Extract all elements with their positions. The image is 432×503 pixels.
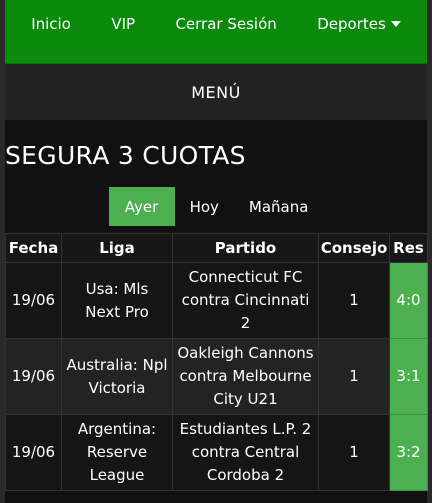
caret-down-icon [390, 20, 401, 27]
cell-match: Estudiantes L.P. 2 contra Central Cordob… [172, 414, 319, 491]
menu-toggle[interactable]: MENÚ [5, 64, 427, 120]
table-row: 19/06 Australia: Npl Victoria Oakleigh C… [5, 338, 428, 415]
cell-league: Australia: Npl Victoria [61, 338, 173, 415]
cell-tip: 1 [318, 414, 390, 491]
day-tabs: Ayer Hoy Mañana [5, 187, 427, 226]
header-consejo: Consejo [318, 233, 390, 263]
cell-tip: 1 [318, 338, 390, 415]
tips-table: Fecha Liga Partido Consejo Res 19/06 Usa… [5, 233, 428, 491]
cell-date: 19/06 [5, 262, 62, 339]
header-fecha: Fecha [5, 233, 62, 263]
tab-ayer[interactable]: Ayer [108, 187, 175, 226]
table-row: 19/06 Usa: Mls Next Pro Connecticut FC c… [5, 262, 428, 339]
tab-manana[interactable]: Mañana [234, 187, 324, 226]
table-header-row: Fecha Liga Partido Consejo Res [5, 233, 428, 263]
cell-tip: 1 [318, 262, 390, 339]
header-partido: Partido [172, 233, 319, 263]
nav-dropdown-label: Deportes [317, 14, 386, 33]
header-liga: Liga [61, 233, 173, 263]
header-res: Res [389, 233, 428, 263]
page-frame: Inicio VIP Cerrar Sesión Deportes MENÚ S… [5, 0, 428, 503]
cell-result: 3:1 [389, 338, 428, 415]
page-title: SEGURA 3 CUOTAS [5, 141, 246, 170]
cell-match: Oakleigh Cannons contra Melbourne City U… [172, 338, 319, 415]
nav-link-vip[interactable]: VIP [111, 15, 135, 33]
cell-league: Argentina: Reserve League [61, 414, 173, 491]
tab-hoy[interactable]: Hoy [175, 187, 234, 226]
cell-date: 19/06 [5, 414, 62, 491]
cell-league: Usa: Mls Next Pro [61, 262, 173, 339]
cell-match: Connecticut FC contra Cincinnati 2 [172, 262, 319, 339]
nav-dropdown-deportes[interactable]: Deportes [317, 15, 401, 33]
top-navigation: Inicio VIP Cerrar Sesión Deportes [5, 0, 427, 64]
cell-result: 4:0 [389, 262, 428, 339]
cell-date: 19/06 [5, 338, 62, 415]
table-row: 19/06 Argentina: Reserve League Estudian… [5, 414, 428, 491]
nav-link-inicio[interactable]: Inicio [31, 15, 71, 33]
nav-link-cerrar-sesion[interactable]: Cerrar Sesión [175, 15, 276, 33]
menu-label: MENÚ [191, 82, 241, 102]
cell-result: 3:2 [389, 414, 428, 491]
